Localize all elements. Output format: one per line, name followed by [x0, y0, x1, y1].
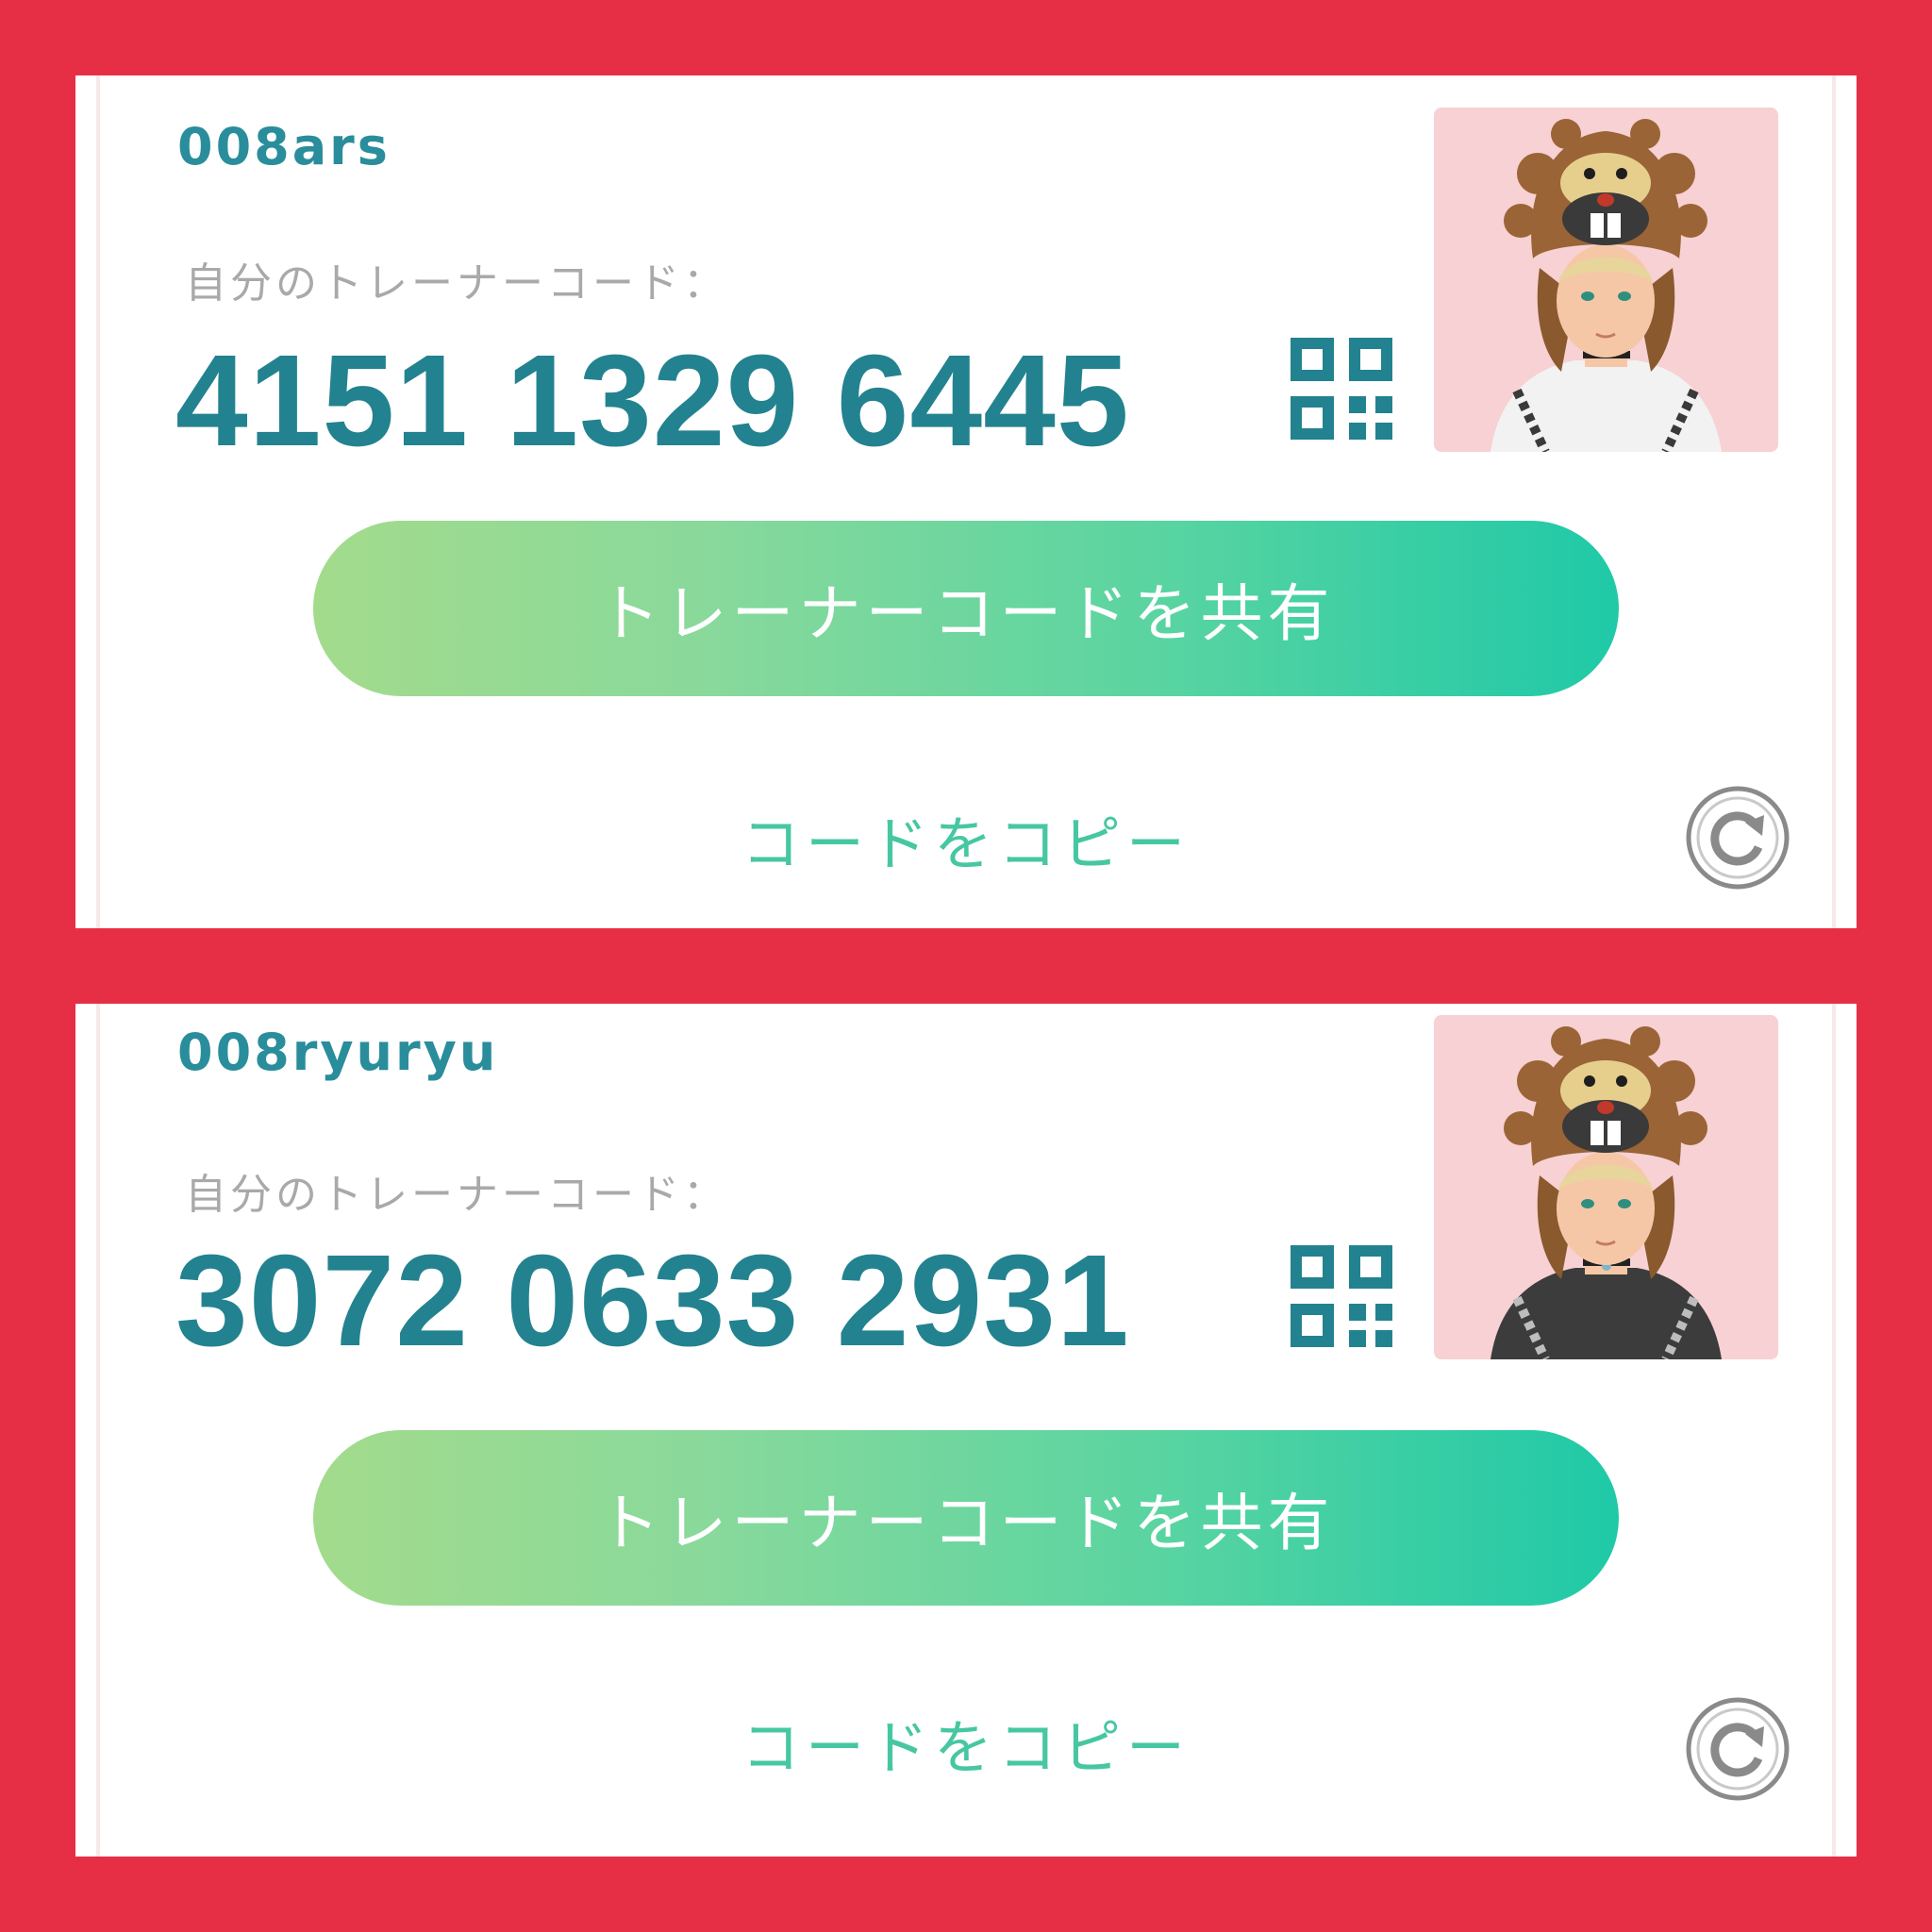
trainer-username: 008ryuryu	[177, 1023, 499, 1082]
card-border-left	[96, 75, 100, 928]
copy-code-link[interactable]: コードをコピー	[679, 796, 1253, 881]
trainer-code-card: 008ryuryu 自分のトレーナーコード： 3072 0633 2931 トレ…	[75, 1004, 1857, 1857]
copy-code-link[interactable]: コードをコピー	[679, 1700, 1253, 1785]
trainer-avatar[interactable]	[1434, 108, 1778, 452]
qr-code-icon[interactable]	[1291, 1245, 1392, 1347]
trainer-code-card: 008ars 自分のトレーナーコード： 4151 1329 6445 トレーナー…	[75, 75, 1857, 928]
card-border-right	[1832, 75, 1836, 928]
trainer-code-value: 4151 1329 6445	[175, 328, 1130, 474]
trainer-code-label: 自分のトレーナーコード：	[185, 259, 728, 308]
trainer-username: 008ars	[177, 117, 391, 176]
qr-code-icon[interactable]	[1291, 338, 1392, 440]
trainer-code-label: 自分のトレーナーコード：	[185, 1171, 728, 1219]
share-trainer-code-button[interactable]: トレーナーコードを共有	[313, 1430, 1619, 1606]
share-trainer-code-button[interactable]: トレーナーコードを共有	[313, 521, 1619, 696]
refresh-icon[interactable]	[1685, 1696, 1790, 1802]
card-border-left	[96, 1004, 100, 1857]
trainer-avatar[interactable]	[1434, 1015, 1778, 1359]
card-border-right	[1832, 1004, 1836, 1857]
trainer-code-value: 3072 0633 2931	[175, 1228, 1130, 1374]
refresh-icon[interactable]	[1685, 785, 1790, 891]
